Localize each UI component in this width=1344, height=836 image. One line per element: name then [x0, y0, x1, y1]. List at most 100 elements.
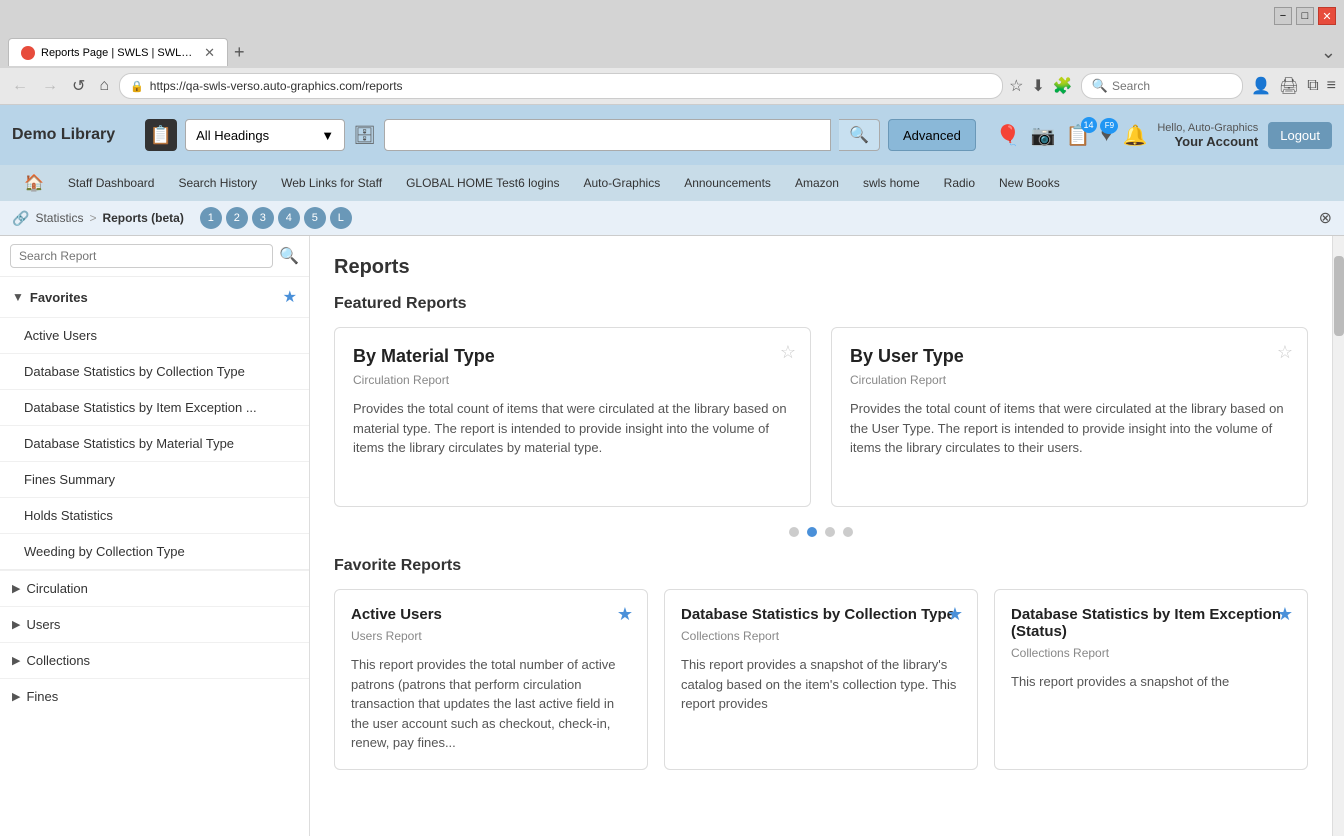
- sidebar-category-circulation[interactable]: ▶ Circulation: [0, 570, 309, 606]
- main-search-button[interactable]: 🔍: [839, 119, 880, 151]
- bell-icon-btn[interactable]: 🔔: [1122, 123, 1147, 148]
- circulation-chevron-icon: ▶: [12, 582, 20, 595]
- sidebar-item-fines-summary[interactable]: Fines Summary: [0, 461, 309, 497]
- fav-card-star-db-exception[interactable]: ★: [1277, 604, 1293, 625]
- active-tab[interactable]: Reports Page | SWLS | SWLS | A... ✕: [8, 38, 228, 66]
- refresh-button[interactable]: ↺: [68, 74, 89, 98]
- carousel-dot-1[interactable]: [789, 527, 799, 537]
- carousel-dot-2[interactable]: [807, 527, 817, 537]
- page-3[interactable]: 3: [252, 207, 274, 229]
- extensions-icon[interactable]: 🧩: [1053, 76, 1073, 96]
- carousel-dot-4[interactable]: [843, 527, 853, 537]
- browser-search-input[interactable]: [1112, 79, 1232, 93]
- sidebar-category-collections[interactable]: ▶ Collections: [0, 642, 309, 678]
- favorites-header[interactable]: ▼ Favorites ★: [0, 277, 309, 317]
- featured-card-by-material-type[interactable]: By Material Type Circulation Report Prov…: [334, 327, 811, 507]
- sidebar-item-db-stats-material[interactable]: Database Statistics by Material Type: [0, 425, 309, 461]
- page-2[interactable]: 2: [226, 207, 248, 229]
- favorite-card-db-stats-collection[interactable]: Database Statistics by Collection Type C…: [664, 589, 978, 770]
- featured-card-by-user-type[interactable]: By User Type Circulation Report Provides…: [831, 327, 1308, 507]
- nav-announcements[interactable]: Announcements: [672, 168, 783, 198]
- bookmark-icon[interactable]: ☆: [1009, 76, 1023, 96]
- right-scrollbar[interactable]: [1332, 236, 1344, 836]
- address-bar: ← → ↺ ⌂ 🔒 https://qa-swls-verso.auto-gra…: [0, 68, 1344, 104]
- card-star-user-type[interactable]: ☆: [1277, 342, 1293, 363]
- camera-icon-btn[interactable]: 📷: [1031, 123, 1056, 148]
- sidebar-category-fines[interactable]: ▶ Fines: [0, 678, 309, 714]
- home-button[interactable]: ⌂: [95, 75, 113, 97]
- sidebar-item-db-stats-collection[interactable]: Database Statistics by Collection Type: [0, 353, 309, 389]
- checklist-icon-btn[interactable]: 📋 14: [1066, 123, 1091, 148]
- sidebar-search-button[interactable]: 🔍: [279, 246, 299, 266]
- fav-card-title-db-exception: Database Statistics by Item Exception (S…: [1011, 606, 1291, 640]
- page-l[interactable]: L: [330, 207, 352, 229]
- user-account-link[interactable]: Your Account: [1157, 134, 1258, 149]
- sidebar-item-weeding[interactable]: Weeding by Collection Type: [0, 533, 309, 569]
- nav-web-links[interactable]: Web Links for Staff: [269, 168, 394, 198]
- tab-favicon: [21, 46, 35, 60]
- heart-icon-btn[interactable]: ♥ F9: [1101, 124, 1113, 147]
- fines-chevron-icon: ▶: [12, 690, 20, 703]
- url-bar[interactable]: 🔒 https://qa-swls-verso.auto-graphics.co…: [119, 73, 1003, 99]
- nav-staff-dashboard[interactable]: Staff Dashboard: [56, 168, 167, 198]
- card-star-material-type[interactable]: ☆: [780, 342, 796, 363]
- users-label: Users: [26, 617, 60, 632]
- sidebar-item-holds-statistics[interactable]: Holds Statistics: [0, 497, 309, 533]
- nav-home[interactable]: 🏠: [12, 165, 56, 201]
- new-tab-button[interactable]: +: [234, 42, 245, 63]
- logout-button[interactable]: Logout: [1268, 122, 1332, 149]
- close-button[interactable]: ✕: [1318, 7, 1336, 25]
- fav-card-title-active-users: Active Users: [351, 606, 631, 623]
- breadcrumb-statistics[interactable]: Statistics: [35, 211, 83, 225]
- main-search-input[interactable]: [384, 119, 831, 151]
- page-4[interactable]: 4: [278, 207, 300, 229]
- nav-radio[interactable]: Radio: [932, 168, 987, 198]
- database-icon[interactable]: 🗄: [353, 125, 376, 146]
- heading-dropdown[interactable]: All Headings ▼: [185, 119, 345, 151]
- nav-new-books[interactable]: New Books: [987, 168, 1072, 198]
- tab-bar: Reports Page | SWLS | SWLS | A... ✕ + ⌄: [0, 32, 1344, 68]
- sidebar-item-active-users[interactable]: Active Users: [0, 317, 309, 353]
- featured-cards: By Material Type Circulation Report Prov…: [334, 327, 1308, 507]
- maximize-button[interactable]: □: [1296, 7, 1314, 25]
- card-desc-user-type: Provides the total count of items that w…: [850, 399, 1289, 458]
- page-5[interactable]: 5: [304, 207, 326, 229]
- print-icon[interactable]: 🖨: [1279, 76, 1299, 96]
- main-content: 🔍 ▼ Favorites ★ Active Users Database St…: [0, 236, 1344, 836]
- nav-global-home[interactable]: GLOBAL HOME Test6 logins: [394, 168, 571, 198]
- window-controls: − □ ✕: [1274, 7, 1336, 25]
- favorites-chevron-icon: ▼: [12, 290, 24, 304]
- circulation-label: Circulation: [26, 581, 87, 596]
- forward-button[interactable]: →: [38, 75, 62, 97]
- nav-auto-graphics[interactable]: Auto-Graphics: [572, 168, 673, 198]
- nav-search-history[interactable]: Search History: [166, 168, 269, 198]
- fav-card-star-active-users[interactable]: ★: [617, 604, 633, 625]
- favorite-card-active-users[interactable]: Active Users Users Report This report pr…: [334, 589, 648, 770]
- browser-search-bar[interactable]: 🔍: [1081, 73, 1243, 99]
- sidebar-item-db-stats-exception[interactable]: Database Statistics by Item Exception ..…: [0, 389, 309, 425]
- nav-swls-home[interactable]: swls home: [851, 168, 932, 198]
- page-1[interactable]: 1: [200, 207, 222, 229]
- fav-card-title-db-collection: Database Statistics by Collection Type: [681, 606, 961, 623]
- download-icon[interactable]: ⬇: [1031, 76, 1044, 96]
- carousel-dot-3[interactable]: [825, 527, 835, 537]
- sidebar-icon[interactable]: ⧉: [1307, 77, 1318, 95]
- fav-card-star-db-collection[interactable]: ★: [947, 604, 963, 625]
- featured-section-title: Featured Reports: [334, 295, 1308, 313]
- sidebar-search-input[interactable]: [10, 244, 273, 268]
- profile-icon[interactable]: 👤: [1251, 76, 1271, 96]
- tab-close-button[interactable]: ✕: [204, 45, 215, 61]
- menu-icon[interactable]: ≡: [1327, 77, 1336, 95]
- favorite-card-db-stats-exception[interactable]: Database Statistics by Item Exception (S…: [994, 589, 1308, 770]
- breadcrumb-reports[interactable]: Reports (beta): [102, 211, 183, 225]
- balloon-icon-btn[interactable]: 🎈: [996, 123, 1021, 148]
- sidebar-search-area: 🔍: [0, 236, 309, 277]
- back-button[interactable]: ←: [8, 75, 32, 97]
- fav-card-desc-db-collection: This report provides a snapshot of the l…: [681, 655, 961, 714]
- advanced-search-button[interactable]: Advanced: [888, 119, 976, 151]
- minimize-button[interactable]: −: [1274, 7, 1292, 25]
- breadcrumb-close-button[interactable]: ⊗: [1319, 208, 1332, 228]
- nav-amazon[interactable]: Amazon: [783, 168, 851, 198]
- sidebar-category-users[interactable]: ▶ Users: [0, 606, 309, 642]
- favorites-star-icon[interactable]: ★: [283, 287, 297, 307]
